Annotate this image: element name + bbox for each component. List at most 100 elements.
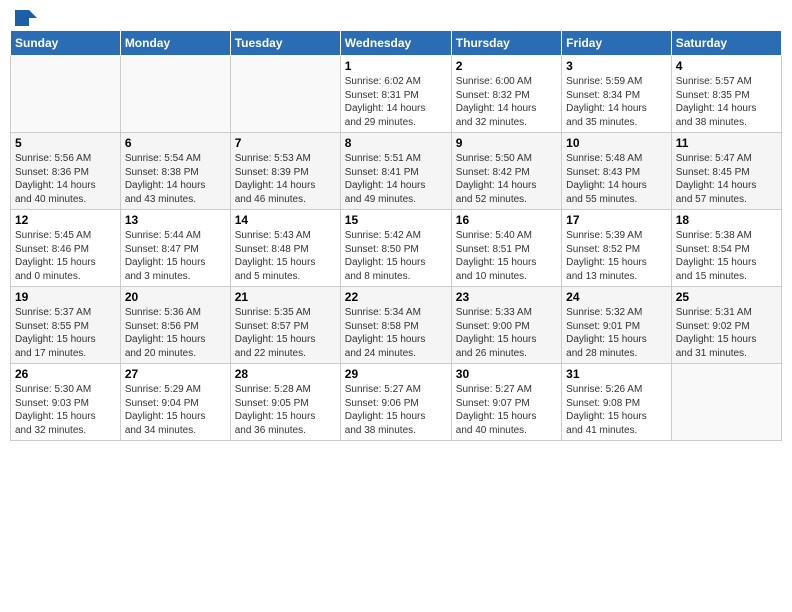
calendar-cell: 25 Sunrise: 5:31 AM Sunset: 9:02 PM Dayli… <box>671 287 781 364</box>
day-number: 1 <box>345 59 447 73</box>
calendar-week-row: 26Sunrise: 5:30 AM Sunset: 9:03 PM Dayli… <box>11 364 782 441</box>
day-info: Sunrise: 6:00 AM Sunset: 8:32 PM Dayligh… <box>456 75 557 129</box>
calendar-cell <box>230 56 340 133</box>
day-number: 6 <box>125 136 226 150</box>
day-info: Sunrise: 5:48 AM Sunset: 8:43 PM Dayligh… <box>566 152 667 206</box>
day-number: 24 <box>566 290 667 304</box>
day-number: 16 <box>456 213 557 227</box>
calendar-cell: 15 Sunrise: 5:42 AM Sunset: 8:50 PM Dayli… <box>340 210 451 287</box>
day-info: Sunrise: 5:44 AM Sunset: 8:47 PM Dayligh… <box>125 229 226 283</box>
day-info: Sunrise: 5:27 AM Sunset: 9:06 PM Dayligh… <box>345 383 447 437</box>
day-of-week-header: Saturday <box>671 31 781 56</box>
day-info: Sunrise: 5:37 AM Sunset: 8:55 PM Dayligh… <box>15 306 116 360</box>
calendar-cell: 20 Sunrise: 5:36 AM Sunset: 8:56 PM Dayli… <box>120 287 230 364</box>
calendar-cell: 13 Sunrise: 5:44 AM Sunset: 8:47 PM Dayli… <box>120 210 230 287</box>
calendar-week-row: 1 Sunrise: 6:02 AM Sunset: 8:31 PM Daylig… <box>11 56 782 133</box>
day-of-week-header: Sunday <box>11 31 121 56</box>
calendar-cell: 4Sunrise: 5:57 AM Sunset: 8:35 PM Daylig… <box>671 56 781 133</box>
calendar-cell: 19 Sunrise: 5:37 AM Sunset: 8:55 PM Dayli… <box>11 287 121 364</box>
day-info: Sunrise: 5:34 AM Sunset: 8:58 PM Dayligh… <box>345 306 447 360</box>
day-number: 13 <box>125 213 226 227</box>
day-number: 30 <box>456 367 557 381</box>
day-info: Sunrise: 5:39 AM Sunset: 8:52 PM Dayligh… <box>566 229 667 283</box>
day-info: Sunrise: 5:29 AM Sunset: 9:04 PM Dayligh… <box>125 383 226 437</box>
day-number: 11 <box>676 136 777 150</box>
day-of-week-header: Thursday <box>451 31 561 56</box>
day-number: 15 <box>345 213 447 227</box>
day-number: 21 <box>235 290 336 304</box>
day-number: 5 <box>15 136 116 150</box>
calendar-week-row: 5 Sunrise: 5:56 AM Sunset: 8:36 PM Daylig… <box>11 133 782 210</box>
calendar-cell: 7 Sunrise: 5:53 AM Sunset: 8:39 PM Daylig… <box>230 133 340 210</box>
calendar-week-row: 19 Sunrise: 5:37 AM Sunset: 8:55 PM Dayli… <box>11 287 782 364</box>
day-info: Sunrise: 5:51 AM Sunset: 8:41 PM Dayligh… <box>345 152 447 206</box>
calendar-cell: 22Sunrise: 5:34 AM Sunset: 8:58 PM Dayli… <box>340 287 451 364</box>
day-number: 10 <box>566 136 667 150</box>
calendar-cell: 6Sunrise: 5:54 AM Sunset: 8:38 PM Daylig… <box>120 133 230 210</box>
calendar-cell: 30 Sunrise: 5:27 AM Sunset: 9:07 PM Dayli… <box>451 364 561 441</box>
calendar-cell: 14 Sunrise: 5:43 AM Sunset: 8:48 PM Dayli… <box>230 210 340 287</box>
day-info: Sunrise: 5:26 AM Sunset: 9:08 PM Dayligh… <box>566 383 667 437</box>
day-info: Sunrise: 5:32 AM Sunset: 9:01 PM Dayligh… <box>566 306 667 360</box>
calendar-cell: 28 Sunrise: 5:28 AM Sunset: 9:05 PM Dayli… <box>230 364 340 441</box>
page-header <box>10 10 782 22</box>
day-info: Sunrise: 5:45 AM Sunset: 8:46 PM Dayligh… <box>15 229 116 283</box>
day-number: 14 <box>235 213 336 227</box>
day-number: 18 <box>676 213 777 227</box>
day-of-week-header: Monday <box>120 31 230 56</box>
calendar-cell: 26Sunrise: 5:30 AM Sunset: 9:03 PM Dayli… <box>11 364 121 441</box>
day-info: Sunrise: 5:33 AM Sunset: 9:00 PM Dayligh… <box>456 306 557 360</box>
day-of-week-header: Friday <box>562 31 672 56</box>
calendar-week-row: 12 Sunrise: 5:45 AM Sunset: 8:46 PM Dayli… <box>11 210 782 287</box>
day-number: 29 <box>345 367 447 381</box>
calendar-cell: 9 Sunrise: 5:50 AM Sunset: 8:42 PM Daylig… <box>451 133 561 210</box>
day-number: 28 <box>235 367 336 381</box>
calendar-cell: 2 Sunrise: 6:00 AM Sunset: 8:32 PM Daylig… <box>451 56 561 133</box>
calendar-cell: 21 Sunrise: 5:35 AM Sunset: 8:57 PM Dayli… <box>230 287 340 364</box>
day-number: 20 <box>125 290 226 304</box>
calendar-header-row: SundayMondayTuesdayWednesdayThursdayFrid… <box>11 31 782 56</box>
calendar-cell: 16 Sunrise: 5:40 AM Sunset: 8:51 PM Dayli… <box>451 210 561 287</box>
calendar-cell: 12 Sunrise: 5:45 AM Sunset: 8:46 PM Dayli… <box>11 210 121 287</box>
day-number: 12 <box>15 213 116 227</box>
day-info: Sunrise: 5:31 AM Sunset: 9:02 PM Dayligh… <box>676 306 777 360</box>
calendar-cell <box>120 56 230 133</box>
day-info: Sunrise: 5:36 AM Sunset: 8:56 PM Dayligh… <box>125 306 226 360</box>
day-info: Sunrise: 5:40 AM Sunset: 8:51 PM Dayligh… <box>456 229 557 283</box>
day-info: Sunrise: 5:38 AM Sunset: 8:54 PM Dayligh… <box>676 229 777 283</box>
day-number: 25 <box>676 290 777 304</box>
day-info: Sunrise: 5:57 AM Sunset: 8:35 PM Dayligh… <box>676 75 777 129</box>
day-number: 9 <box>456 136 557 150</box>
calendar-cell: 8 Sunrise: 5:51 AM Sunset: 8:41 PM Daylig… <box>340 133 451 210</box>
calendar-cell: 10 Sunrise: 5:48 AM Sunset: 8:43 PM Dayli… <box>562 133 672 210</box>
calendar-cell: 5 Sunrise: 5:56 AM Sunset: 8:36 PM Daylig… <box>11 133 121 210</box>
day-number: 23 <box>456 290 557 304</box>
logo <box>14 10 37 22</box>
calendar-table: SundayMondayTuesdayWednesdayThursdayFrid… <box>10 30 782 441</box>
day-info: Sunrise: 5:50 AM Sunset: 8:42 PM Dayligh… <box>456 152 557 206</box>
day-info: Sunrise: 5:43 AM Sunset: 8:48 PM Dayligh… <box>235 229 336 283</box>
calendar-cell: 17 Sunrise: 5:39 AM Sunset: 8:52 PM Dayli… <box>562 210 672 287</box>
calendar-cell: 23 Sunrise: 5:33 AM Sunset: 9:00 PM Dayli… <box>451 287 561 364</box>
day-info: Sunrise: 5:28 AM Sunset: 9:05 PM Dayligh… <box>235 383 336 437</box>
day-of-week-header: Wednesday <box>340 31 451 56</box>
logo-icon <box>15 10 37 26</box>
calendar-cell: 24 Sunrise: 5:32 AM Sunset: 9:01 PM Dayli… <box>562 287 672 364</box>
day-info: Sunrise: 5:42 AM Sunset: 8:50 PM Dayligh… <box>345 229 447 283</box>
day-number: 19 <box>15 290 116 304</box>
day-info: Sunrise: 5:53 AM Sunset: 8:39 PM Dayligh… <box>235 152 336 206</box>
day-number: 7 <box>235 136 336 150</box>
day-info: Sunrise: 5:56 AM Sunset: 8:36 PM Dayligh… <box>15 152 116 206</box>
day-info: Sunrise: 5:35 AM Sunset: 8:57 PM Dayligh… <box>235 306 336 360</box>
calendar-cell <box>671 364 781 441</box>
calendar-cell: 3Sunrise: 5:59 AM Sunset: 8:34 PM Daylig… <box>562 56 672 133</box>
calendar-cell: 11 Sunrise: 5:47 AM Sunset: 8:45 PM Dayli… <box>671 133 781 210</box>
day-number: 26 <box>15 367 116 381</box>
day-number: 2 <box>456 59 557 73</box>
calendar-cell: 31Sunrise: 5:26 AM Sunset: 9:08 PM Dayli… <box>562 364 672 441</box>
day-info: Sunrise: 6:02 AM Sunset: 8:31 PM Dayligh… <box>345 75 447 129</box>
day-number: 8 <box>345 136 447 150</box>
day-info: Sunrise: 5:47 AM Sunset: 8:45 PM Dayligh… <box>676 152 777 206</box>
day-info: Sunrise: 5:27 AM Sunset: 9:07 PM Dayligh… <box>456 383 557 437</box>
day-number: 17 <box>566 213 667 227</box>
